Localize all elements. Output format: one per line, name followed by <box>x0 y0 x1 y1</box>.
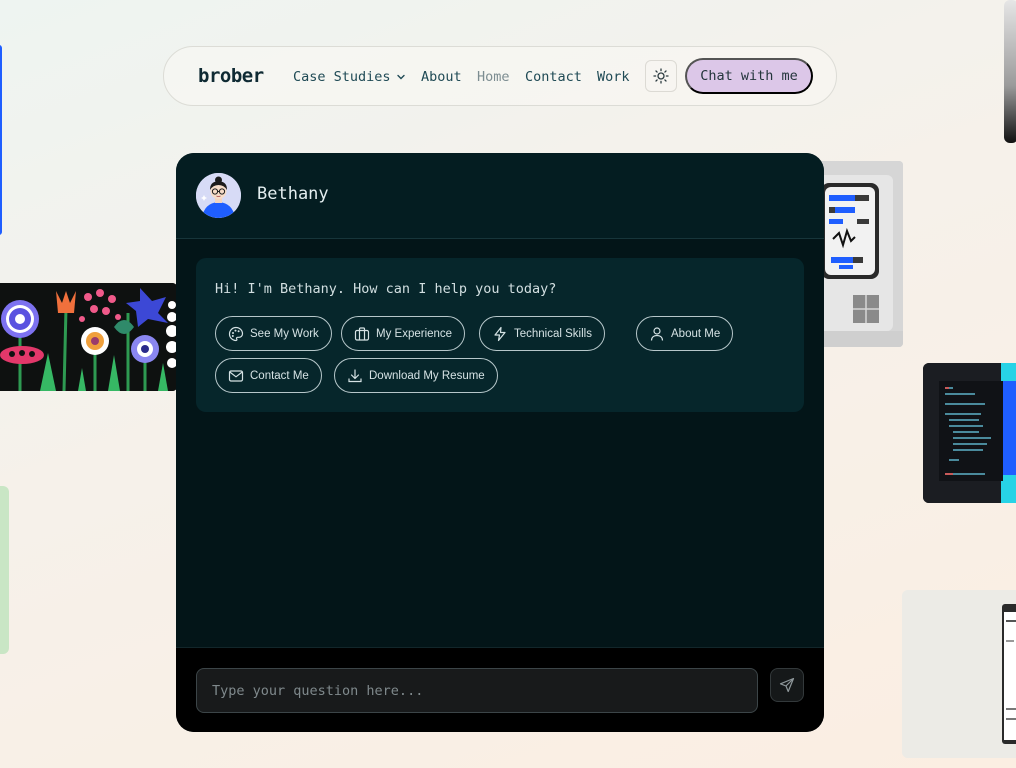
nav-link-label: Case Studies <box>293 69 391 85</box>
top-navbar: brober Case Studies About Home Contact W… <box>163 46 837 106</box>
chat-header: Bethany <box>176 153 824 239</box>
avatar <box>196 173 241 218</box>
send-button[interactable] <box>770 668 804 702</box>
user-icon <box>650 326 664 341</box>
send-icon <box>779 677 795 693</box>
assistant-greeting: Hi! I'm Bethany. How can I help you toda… <box>215 281 557 297</box>
quick-reply-download-resume[interactable]: Download My Resume <box>334 358 498 393</box>
nav-link-home[interactable]: Home <box>477 69 510 85</box>
assistant-name: Bethany <box>257 184 329 204</box>
sun-icon <box>653 68 669 84</box>
site-logo[interactable]: brober <box>198 65 264 87</box>
chevron-down-icon <box>396 74 405 80</box>
nav-link-work[interactable]: Work <box>597 69 630 85</box>
quick-reply-about-me[interactable]: About Me <box>636 316 734 351</box>
briefcase-icon <box>354 326 370 341</box>
question-input[interactable] <box>196 668 758 713</box>
theme-toggle-button[interactable] <box>645 60 677 92</box>
download-icon <box>348 368 362 382</box>
palette-icon <box>228 326 244 341</box>
background-card-retro-computer <box>815 161 903 347</box>
quick-reply-see-my-work[interactable]: See My Work <box>215 316 332 351</box>
background-card-code-editor <box>923 363 1016 503</box>
nav-link-contact[interactable]: Contact <box>525 69 582 85</box>
chat-input-bar <box>176 647 824 732</box>
chat-with-me-button[interactable]: Chat with me <box>685 58 813 94</box>
background-card-mobile-mockup <box>902 590 1016 758</box>
background-card-top-right <box>1004 0 1016 143</box>
quick-reply-label: Technical Skills <box>514 327 592 340</box>
background-card-green <box>0 486 9 654</box>
background-card-flower-illustration <box>0 283 178 391</box>
mail-icon <box>228 369 244 382</box>
quick-reply-technical-skills[interactable]: Technical Skills <box>479 316 605 351</box>
nav-link-case-studies[interactable]: Case Studies <box>293 69 407 85</box>
nav-link-about[interactable]: About <box>421 69 462 85</box>
quick-reply-label: My Experience <box>376 327 453 340</box>
background-card-blue <box>0 45 2 235</box>
quick-reply-my-experience[interactable]: My Experience <box>341 316 466 351</box>
quick-reply-label: See My Work <box>250 327 319 340</box>
chat-panel: Bethany Hi! I'm Bethany. How can I help … <box>176 153 824 732</box>
lightning-icon <box>494 326 506 341</box>
quick-reply-contact-me[interactable]: Contact Me <box>215 358 322 393</box>
quick-reply-label: Contact Me <box>250 369 309 382</box>
assistant-message-bubble: Hi! I'm Bethany. How can I help you toda… <box>196 258 804 412</box>
quick-reply-label: About Me <box>671 327 721 340</box>
quick-reply-label: Download My Resume <box>369 369 485 382</box>
